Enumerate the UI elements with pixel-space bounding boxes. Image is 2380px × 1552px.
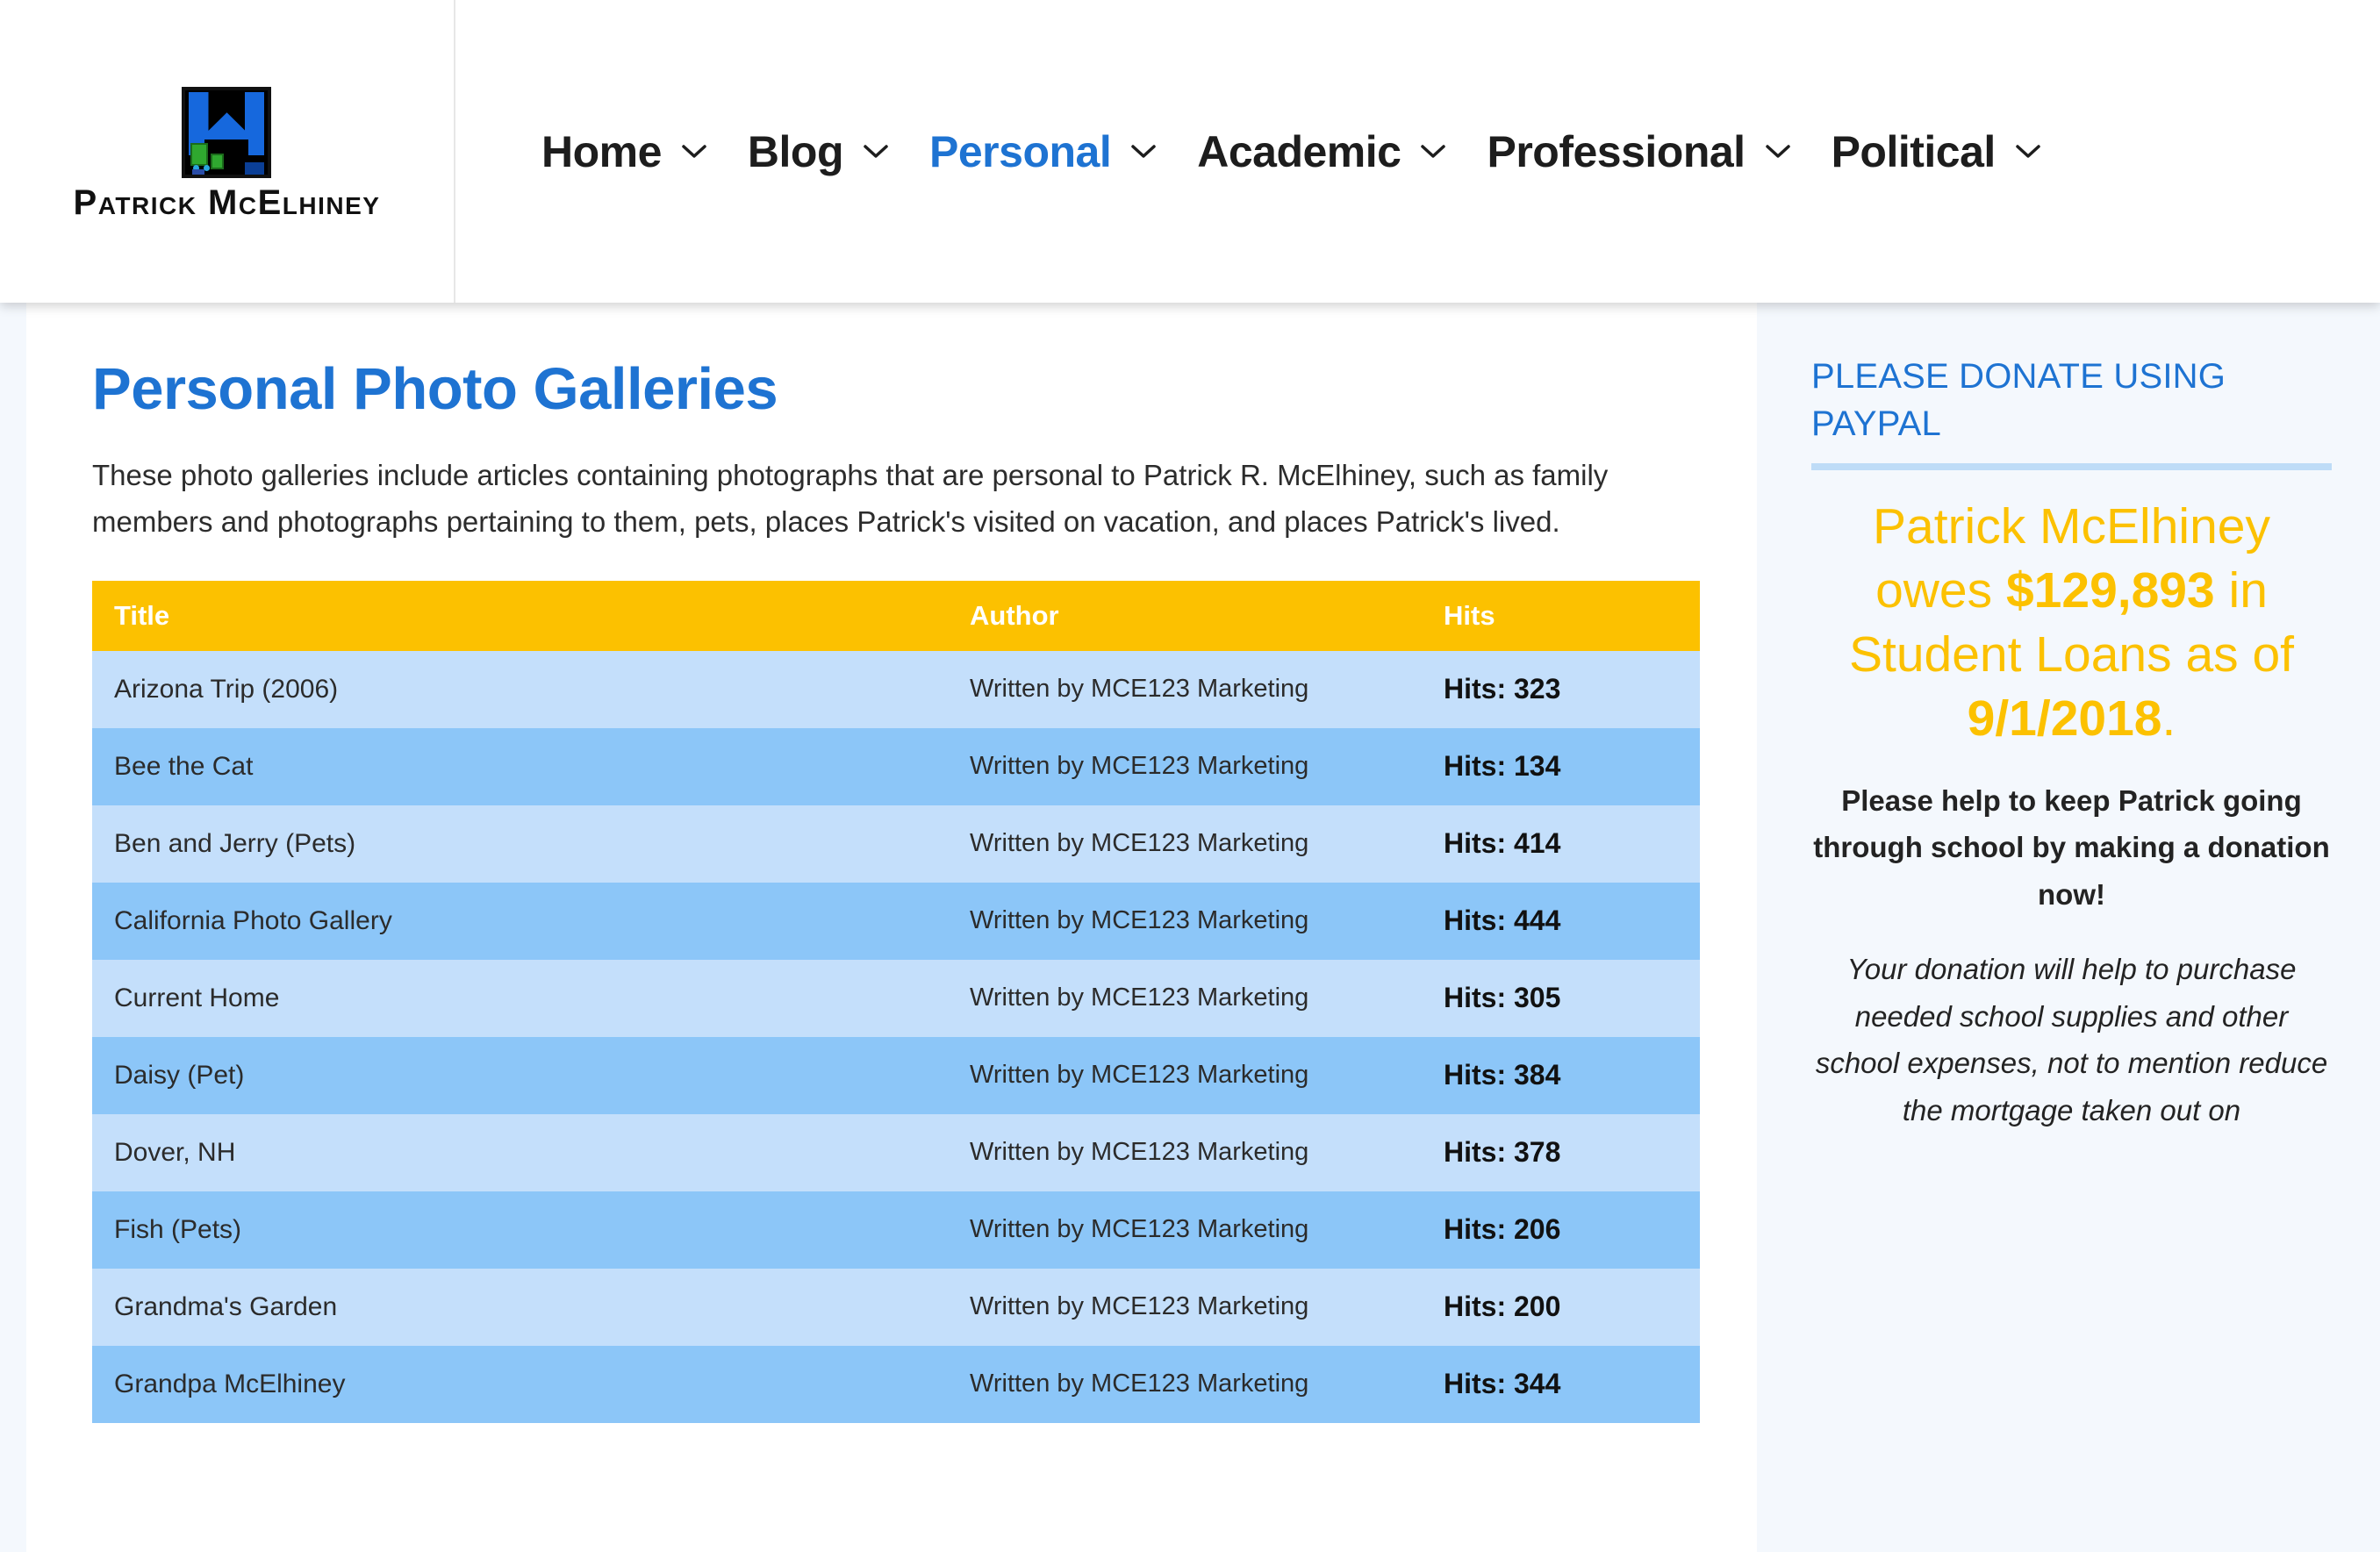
owed-amount: $129,893: [2006, 562, 2215, 619]
cell-title[interactable]: Daisy (Pet): [92, 1037, 970, 1114]
cell-author: Written by MCE123 Marketing: [970, 1114, 1444, 1191]
cell-author: Written by MCE123 Marketing: [970, 805, 1444, 883]
cell-hits: Hits: 305: [1444, 960, 1700, 1037]
nav-label-blog: Blog: [748, 126, 843, 177]
cell-author: Written by MCE123 Marketing: [970, 1269, 1444, 1346]
cell-author: Written by MCE123 Marketing: [970, 1037, 1444, 1114]
table-row[interactable]: Grandma's Garden Written by MCE123 Marke…: [92, 1269, 1700, 1346]
cell-title[interactable]: Arizona Trip (2006): [92, 651, 970, 728]
cell-title[interactable]: Grandpa McElhiney: [92, 1346, 970, 1423]
cell-hits: Hits: 378: [1444, 1114, 1700, 1191]
table-row[interactable]: Daisy (Pet) Written by MCE123 Marketing …: [92, 1037, 1700, 1114]
cell-hits: Hits: 206: [1444, 1191, 1700, 1269]
sidebar-divider: [1811, 463, 2332, 470]
cell-title[interactable]: Ben and Jerry (Pets): [92, 805, 970, 883]
column-header-title[interactable]: Title: [92, 581, 970, 651]
table-row[interactable]: Dover, NH Written by MCE123 Marketing Hi…: [92, 1114, 1700, 1191]
cell-author: Written by MCE123 Marketing: [970, 728, 1444, 805]
cell-title[interactable]: Grandma's Garden: [92, 1269, 970, 1346]
nav-label-personal: Personal: [929, 126, 1111, 177]
cell-author: Written by MCE123 Marketing: [970, 1346, 1444, 1423]
chevron-down-icon[interactable]: [863, 143, 889, 161]
nav-item-home[interactable]: Home: [541, 126, 707, 177]
cell-hits: Hits: 200: [1444, 1269, 1700, 1346]
cell-hits: Hits: 134: [1444, 728, 1700, 805]
nav-label-home: Home: [541, 126, 662, 177]
sidebar-heading-donate: PLEASE DONATE USING PAYPAL: [1811, 353, 2332, 447]
brand-home-link[interactable]: Patrick McElhiney: [74, 87, 381, 223]
table-row[interactable]: Ben and Jerry (Pets) Written by MCE123 M…: [92, 805, 1700, 883]
primary-navigation: Home Blog Personal Academic: [455, 0, 2380, 303]
left-gutter: [0, 303, 26, 1552]
chevron-down-icon[interactable]: [1765, 143, 1791, 161]
student-loan-statement: Patrick McElhiney owes $129,893 in Stude…: [1811, 495, 2332, 751]
mce123-m-logo-icon: [182, 87, 271, 178]
chevron-down-icon[interactable]: [1420, 143, 1446, 161]
sidebar: PLEASE DONATE USING PAYPAL Patrick McElh…: [1757, 303, 2380, 1552]
content-wrapper: Personal Photo Galleries These photo gal…: [0, 303, 2380, 1552]
chevron-down-icon[interactable]: [2015, 143, 2041, 161]
help-message: Please help to keep Patrick going throug…: [1811, 777, 2332, 918]
cell-hits: Hits: 384: [1444, 1037, 1700, 1114]
cell-title[interactable]: Current Home: [92, 960, 970, 1037]
gallery-table: Title Author Hits Arizona Trip (2006) Wr…: [92, 581, 1700, 1423]
nav-label-professional: Professional: [1487, 126, 1745, 177]
cell-title[interactable]: Bee the Cat: [92, 728, 970, 805]
cell-title[interactable]: Fish (Pets): [92, 1191, 970, 1269]
brand-name: Patrick McElhiney: [74, 183, 381, 223]
owes-suffix: .: [2162, 690, 2176, 747]
nav-item-personal[interactable]: Personal: [929, 126, 1157, 177]
donation-note: Your donation will help to purchase need…: [1811, 946, 2332, 1134]
cell-title[interactable]: Dover, NH: [92, 1114, 970, 1191]
nav-item-professional[interactable]: Professional: [1487, 126, 1790, 177]
cell-hits: Hits: 323: [1444, 651, 1700, 728]
cell-hits: Hits: 414: [1444, 805, 1700, 883]
nav-item-political[interactable]: Political: [1832, 126, 2041, 177]
nav-item-academic[interactable]: Academic: [1197, 126, 1446, 177]
chevron-down-icon[interactable]: [1130, 143, 1157, 161]
brand-cell: Patrick McElhiney: [0, 0, 455, 303]
cell-title[interactable]: California Photo Gallery: [92, 883, 970, 960]
table-row[interactable]: Arizona Trip (2006) Written by MCE123 Ma…: [92, 651, 1700, 728]
intro-paragraph: These photo galleries include articles c…: [92, 453, 1663, 546]
owed-as-of-date: 9/1/2018: [1968, 690, 2162, 747]
nav-item-blog[interactable]: Blog: [748, 126, 889, 177]
nav-label-political: Political: [1832, 126, 1996, 177]
cell-hits: Hits: 444: [1444, 883, 1700, 960]
table-body: Arizona Trip (2006) Written by MCE123 Ma…: [92, 651, 1700, 1423]
cell-hits: Hits: 344: [1444, 1346, 1700, 1423]
chevron-down-icon[interactable]: [681, 143, 707, 161]
table-row[interactable]: Fish (Pets) Written by MCE123 Marketing …: [92, 1191, 1700, 1269]
cell-author: Written by MCE123 Marketing: [970, 651, 1444, 728]
main-content: Personal Photo Galleries These photo gal…: [26, 303, 1757, 1552]
column-header-author[interactable]: Author: [970, 581, 1444, 651]
cell-author: Written by MCE123 Marketing: [970, 883, 1444, 960]
table-row[interactable]: Current Home Written by MCE123 Marketing…: [92, 960, 1700, 1037]
site-header: Patrick McElhiney Home Blog Personal: [0, 0, 2380, 303]
cell-author: Written by MCE123 Marketing: [970, 1191, 1444, 1269]
table-header-row: Title Author Hits: [92, 581, 1700, 651]
table-row[interactable]: California Photo Gallery Written by MCE1…: [92, 883, 1700, 960]
nav-label-academic: Academic: [1197, 126, 1401, 177]
nav-list: Home Blog Personal Academic: [541, 126, 2082, 177]
column-header-hits[interactable]: Hits: [1444, 581, 1700, 651]
page-title: Personal Photo Galleries: [92, 355, 1695, 423]
table-row[interactable]: Bee the Cat Written by MCE123 Marketing …: [92, 728, 1700, 805]
table-row[interactable]: Grandpa McElhiney Written by MCE123 Mark…: [92, 1346, 1700, 1423]
table-head: Title Author Hits: [92, 581, 1700, 651]
cell-author: Written by MCE123 Marketing: [970, 960, 1444, 1037]
